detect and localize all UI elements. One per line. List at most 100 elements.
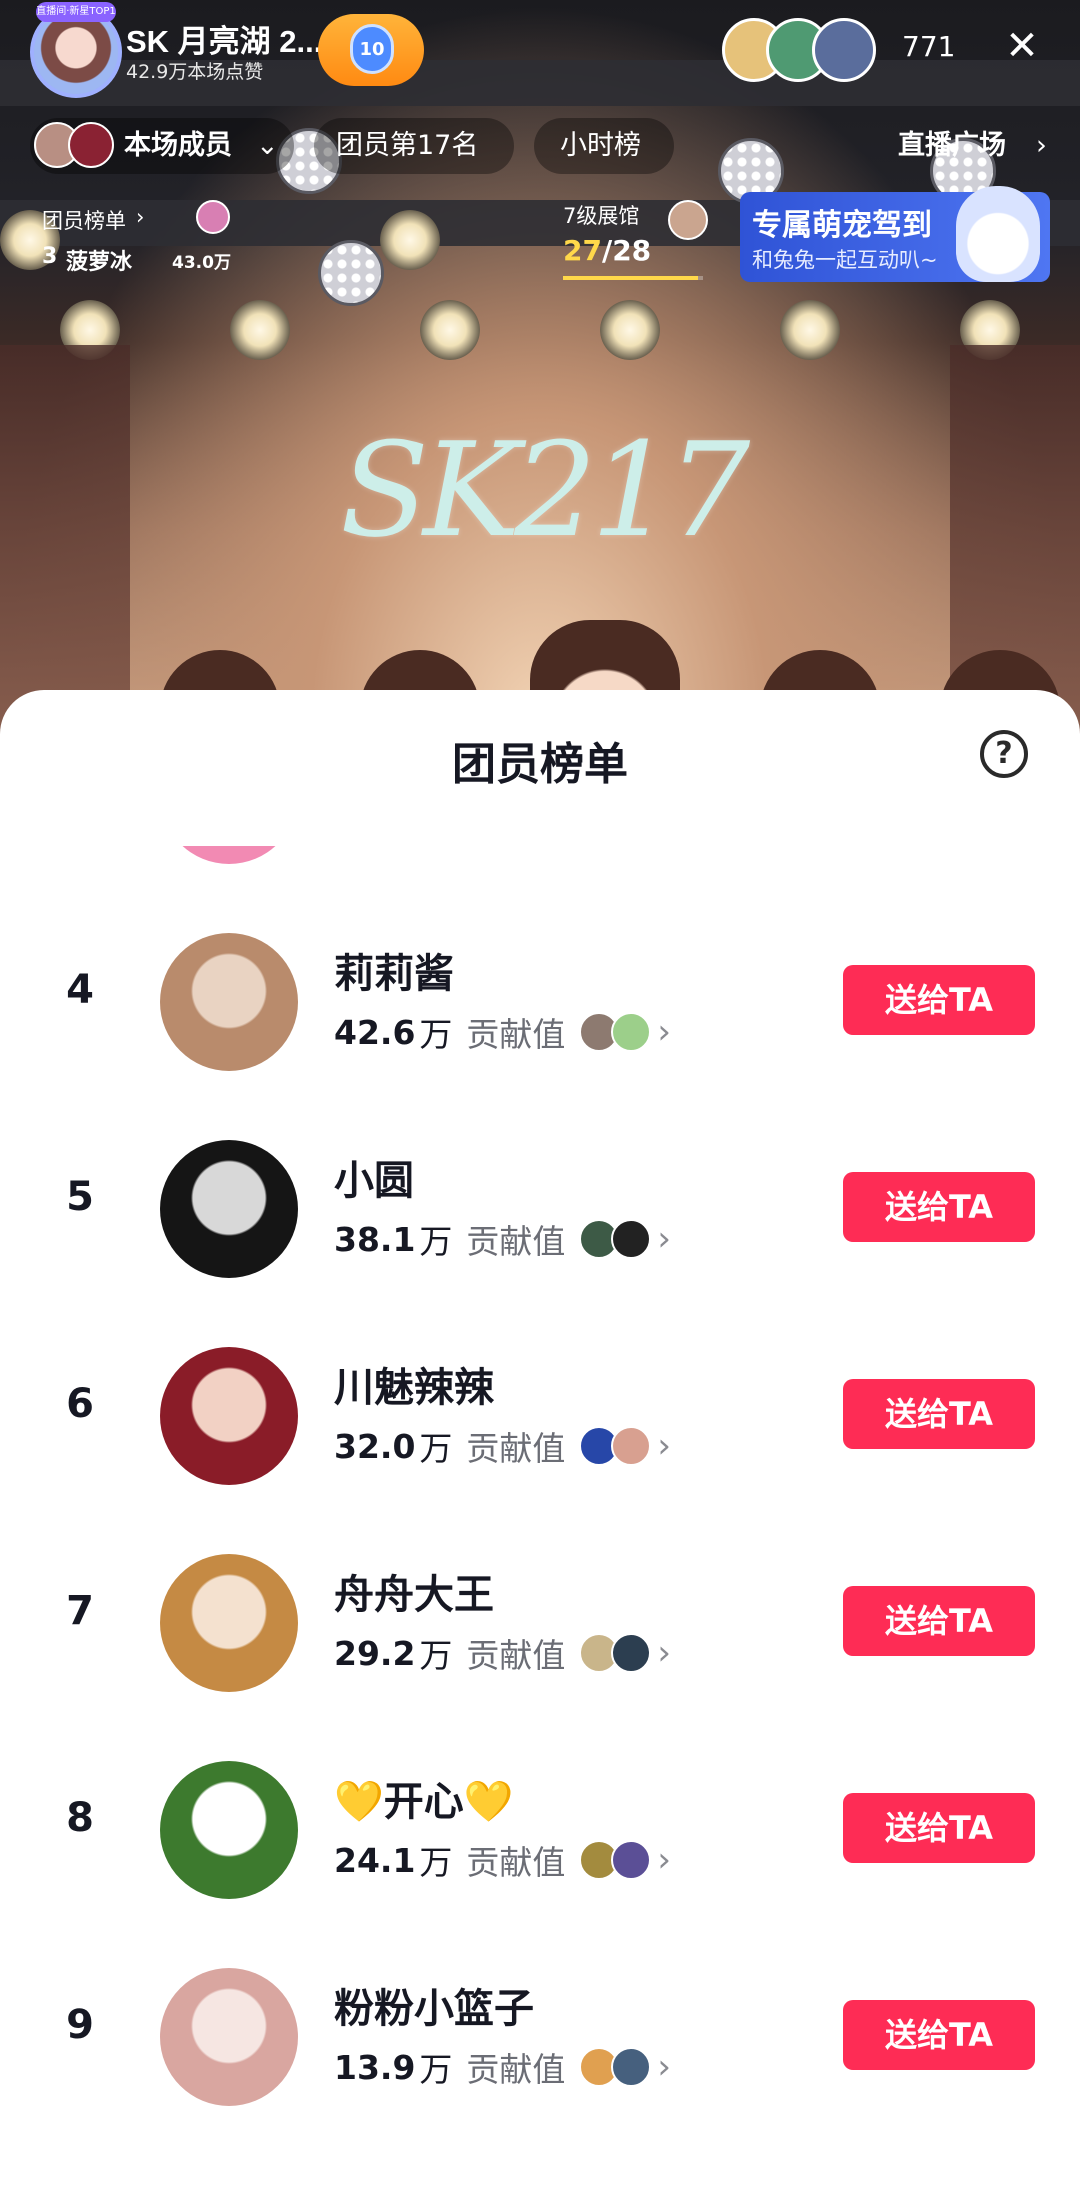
contribution-unit: 万 <box>419 1636 453 1675</box>
member-name[interactable]: 莉莉酱 <box>334 941 454 999</box>
contribution-label: 贡献值 <box>466 1843 566 1882</box>
fan-avatar <box>611 1219 652 1259</box>
museum-progress-bar <box>563 276 703 280</box>
museum-current: 27 <box>563 234 602 267</box>
contribution-value: 38.1 <box>334 1219 416 1259</box>
member-name[interactable]: 川魅辣辣 <box>334 1355 494 1413</box>
museum-label: 7级展馆 <box>563 204 640 228</box>
chevron-down-icon: ⌄ <box>256 130 279 161</box>
contribution-label: 贡献值 <box>466 846 565 849</box>
top-fans <box>579 1426 655 1466</box>
contribution-value: 32.0 <box>334 1426 416 1466</box>
rank-number: 8 <box>66 1795 94 1841</box>
museum-progress-fill <box>563 276 698 280</box>
member-avatar[interactable] <box>160 1761 298 1899</box>
bunny-icon <box>956 186 1040 282</box>
rank-number: 9 <box>66 2002 94 2048</box>
contribution-unit: 万 <box>419 846 452 849</box>
top-fans <box>579 1219 655 1259</box>
stage-light <box>380 210 440 270</box>
contribution-label: 贡献值 <box>466 1015 566 1054</box>
contribution-label: 贡献值 <box>466 1429 566 1468</box>
contribution-row[interactable]: 24.1 万贡献值 › <box>334 1835 671 1885</box>
ranking-row[interactable]: 8 💛开心💛 24.1 万贡献值 › 送给TA <box>0 1725 1080 1932</box>
promo-subtitle: 和兔兔一起互动叭~ <box>752 248 938 272</box>
contribution-row[interactable]: 42.6 万贡献值 › <box>334 1007 671 1057</box>
stage-logo: SK217 <box>340 414 750 566</box>
chevron-right-icon: › <box>657 1426 672 1466</box>
member-avatar[interactable] <box>160 846 298 864</box>
rank-number: 4 <box>66 967 94 1013</box>
viewer-count[interactable]: 771 <box>902 30 955 63</box>
chevron-right-icon: › <box>136 205 145 229</box>
chevron-right-icon: › <box>1036 130 1047 161</box>
member-name[interactable]: 舟舟大王 <box>334 1562 494 1620</box>
contribution-value: 42.6 <box>334 1012 416 1052</box>
contribution-unit: 万 <box>419 1222 453 1261</box>
rank-number: 7 <box>66 1588 94 1634</box>
contribution-unit: 万 <box>419 1429 453 1468</box>
ranking-row[interactable]: 9 粉粉小篮子 13.9 万贡献值 › 送给TA <box>0 1932 1080 2139</box>
level-heart-icon: 10 <box>350 24 394 74</box>
send-gift-button[interactable]: 送给TA <box>843 1793 1035 1863</box>
fan-avatar <box>611 1633 652 1673</box>
contribution-label: 贡献值 <box>466 2050 566 2089</box>
member-name[interactable]: 💛开心💛 <box>334 1769 514 1827</box>
host-name[interactable]: SK 月亮湖 2... <box>126 16 322 61</box>
ranking-row[interactable]: 6 川魅辣辣 32.0 万贡献值 › 送给TA <box>0 1311 1080 1518</box>
send-gift-button[interactable]: 送给TA <box>843 2000 1035 2070</box>
member-avatar[interactable] <box>160 1554 298 1692</box>
contribution-value: 13.9 <box>334 2047 416 2087</box>
send-gift-button[interactable]: 送给TA <box>843 965 1035 1035</box>
contribution-row[interactable]: 32.0 万贡献值 › <box>334 1421 671 1471</box>
contribution-value: 29.2 <box>334 1633 416 1673</box>
stage-light <box>780 300 840 360</box>
stage-dot-light <box>318 240 384 306</box>
send-gift-button[interactable]: 送给TA <box>843 1586 1035 1656</box>
contribution-row[interactable]: 43.0万贡献值› <box>334 846 671 850</box>
contribution-unit: 万 <box>419 2050 453 2089</box>
ranking-row[interactable]: 5 小圆 38.1 万贡献值 › 送给TA <box>0 1104 1080 1311</box>
hour-rank-label: 小时榜 <box>560 130 641 161</box>
member-avatar[interactable] <box>160 1347 298 1485</box>
contribution-row[interactable]: 29.2 万贡献值 › <box>334 1628 671 1678</box>
member-avatar[interactable] <box>160 1140 298 1278</box>
member-avatar[interactable] <box>160 933 298 1071</box>
ranking-row[interactable]: 7 舟舟大王 29.2 万贡献值 › 送给TA <box>0 1518 1080 1725</box>
ranking-list[interactable]: 3菠萝冰43.0万贡献值›送给TA4莉莉酱42.6万贡献值›送给TA5小圆38.… <box>0 846 1080 2205</box>
fan-board-value: 43.0万 <box>172 253 231 273</box>
send-gift-button[interactable]: 送给TA <box>843 1379 1035 1449</box>
member-name[interactable]: 粉粉小篮子 <box>334 1976 534 2034</box>
top-fans <box>579 1012 655 1052</box>
contribution-row[interactable]: 13.9 万贡献值 › <box>334 2042 671 2092</box>
close-icon[interactable]: ✕ <box>1002 26 1042 66</box>
host-likes: 42.9万本场点赞 <box>126 61 264 83</box>
send-gift-button[interactable]: 送给TA <box>843 1172 1035 1242</box>
top-fans <box>579 2047 655 2087</box>
ranking-row[interactable]: 3菠萝冰43.0万贡献值›送给TA <box>0 846 1080 897</box>
member-avatar[interactable] <box>160 1968 298 2106</box>
fan-avatar <box>611 1426 652 1466</box>
stage-light <box>600 300 660 360</box>
live-plaza-link[interactable]: 直播广场 <box>898 120 1006 172</box>
host-badge: 直播间·新星TOP1 <box>36 2 116 22</box>
top-fans <box>579 1840 655 1880</box>
pet-promo-banner[interactable]: 专属萌宠驾到 和兔兔一起互动叭~ <box>740 186 1050 282</box>
museum-count: 27/28 <box>563 234 651 267</box>
chevron-right-icon: › <box>657 2047 672 2087</box>
member-ranking-sheet: 团员榜单 ? 3菠萝冰43.0万贡献值›送给TA4莉莉酱42.6万贡献值›送给T… <box>0 690 1080 2205</box>
rank-number: 5 <box>66 1174 94 1220</box>
member-avatar <box>68 122 114 168</box>
promo-title: 专属萌宠驾到 <box>752 208 932 243</box>
group-rank-label: 团员第17名 <box>336 130 479 161</box>
rank-number: 6 <box>66 1381 94 1427</box>
sheet-title: 团员榜单 <box>452 739 628 790</box>
contribution-label: 贡献值 <box>466 1636 566 1675</box>
ranking-row[interactable]: 4 莉莉酱 42.6 万贡献值 › 送给TA <box>0 897 1080 1104</box>
member-name[interactable]: 小圆 <box>334 1148 414 1206</box>
viewer-avatar[interactable] <box>812 18 876 82</box>
help-circle-icon[interactable]: ? <box>980 730 1028 778</box>
contribution-label: 贡献值 <box>466 1222 566 1261</box>
contribution-row[interactable]: 38.1 万贡献值 › <box>334 1214 671 1264</box>
chevron-right-icon: › <box>657 1219 672 1259</box>
